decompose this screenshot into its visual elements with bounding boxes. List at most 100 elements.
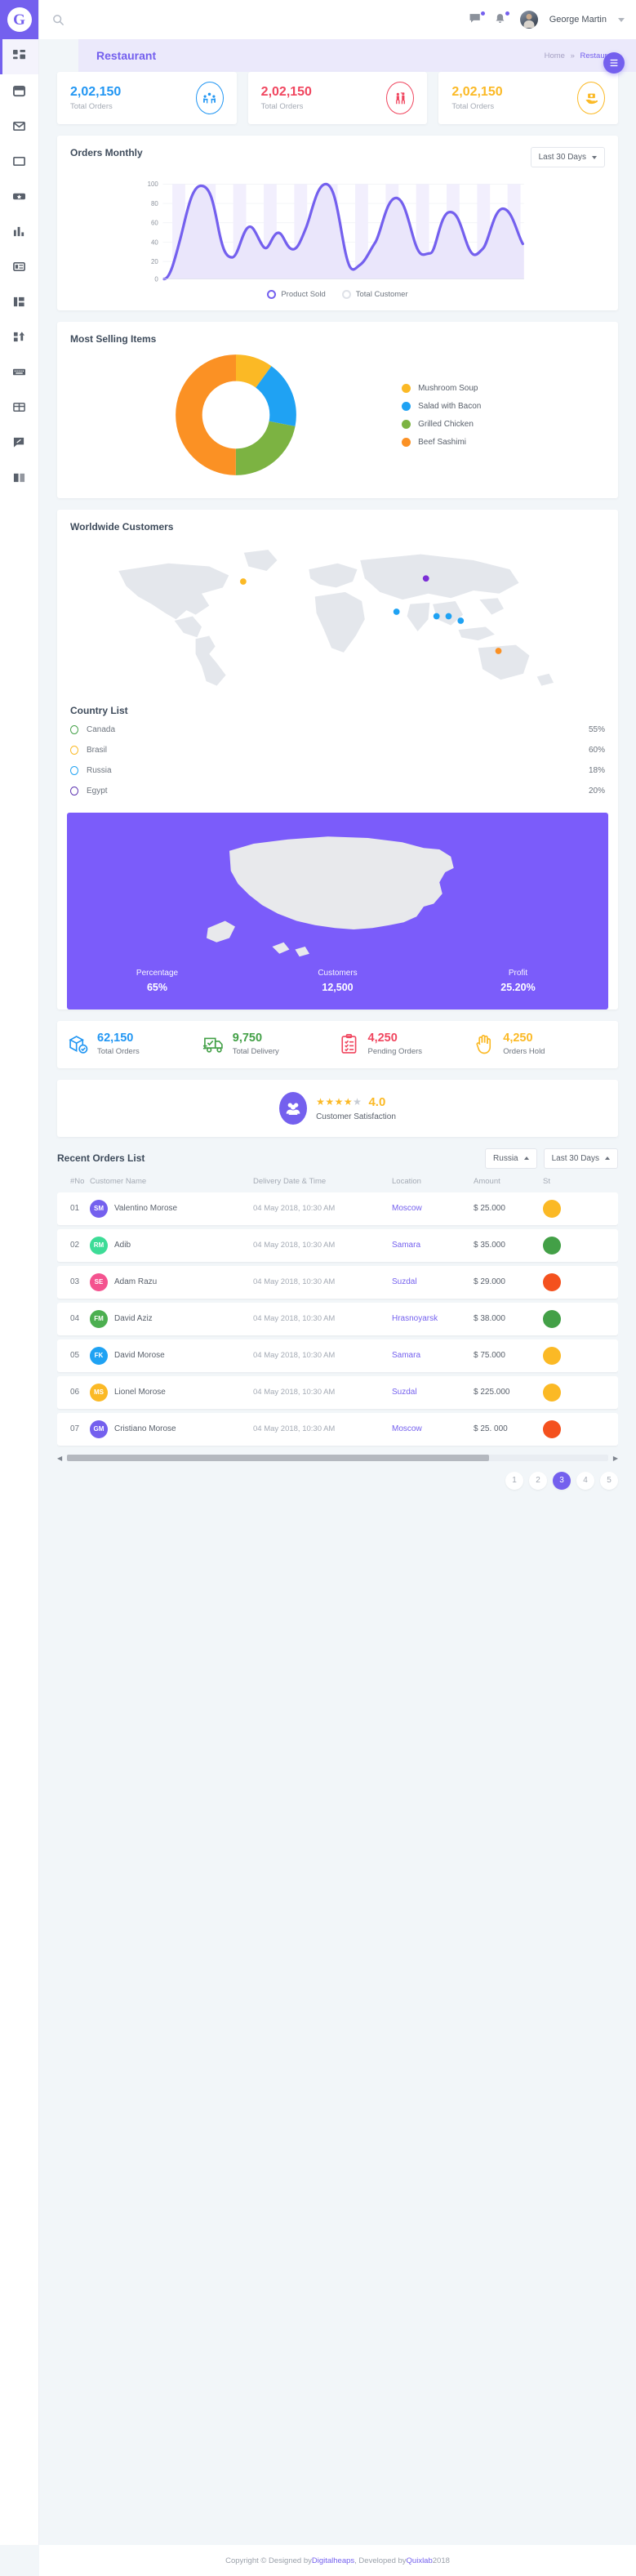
sidebar-item-tables[interactable]	[0, 390, 38, 426]
row-location[interactable]: Suzdal	[392, 1277, 474, 1286]
horizontal-scrollbar[interactable]: ◀ ▶	[57, 1455, 618, 1462]
row-location[interactable]: Moscow	[392, 1204, 474, 1213]
dashboard-grid-icon	[13, 49, 25, 65]
sidebar-item-keyboard[interactable]	[0, 355, 38, 390]
scroll-left-arrow-icon[interactable]: ◀	[57, 1455, 62, 1462]
footer-link-digitalheaps[interactable]: Digitalheaps	[312, 2556, 354, 2565]
page-button[interactable]: 2	[529, 1471, 547, 1490]
table-header-row: #No Customer Name Delivery Date & Time L…	[57, 1177, 618, 1192]
row-location[interactable]: Suzdal	[392, 1388, 474, 1397]
world-map[interactable]	[70, 541, 605, 692]
row-location[interactable]: Samara	[392, 1241, 474, 1250]
legend-item[interactable]: Salad with Bacon	[402, 401, 605, 411]
sidebar-item-widgets[interactable]	[0, 250, 38, 285]
legend-label: Grilled Chicken	[418, 419, 474, 429]
usa-stat-value: 12,500	[322, 982, 354, 993]
row-name: Valentino Morose	[114, 1204, 178, 1214]
row-customer: GM Cristiano Morose	[90, 1419, 253, 1438]
legend-item[interactable]: Mushroom Soup	[402, 383, 605, 393]
row-name: Adam Razu	[114, 1277, 158, 1287]
row-amount: $ 75.000	[474, 1351, 505, 1361]
sidebar-item-editor[interactable]	[0, 426, 38, 461]
row-name: Lionel Morose	[114, 1388, 166, 1397]
sidebar-item-dashboard[interactable]	[0, 39, 38, 74]
legend-item[interactable]: Grilled Chicken	[402, 419, 605, 429]
chat-icon[interactable]	[469, 11, 485, 26]
orders-monthly-chart: 100 80 60 40 20 0	[57, 167, 618, 287]
bell-icon[interactable]	[494, 11, 509, 26]
sidebar-item-mail[interactable]	[0, 109, 38, 145]
avatar: FM	[90, 1309, 108, 1328]
table-row[interactable]: 01 SM Valentino Morose 04 May 2018, 10:3…	[57, 1192, 618, 1225]
period-filter-dropdown[interactable]: Last 30 Days	[543, 1148, 618, 1169]
sidebar-item-documentation[interactable]	[0, 461, 38, 496]
status-badge	[543, 1309, 561, 1328]
row-date: 04 May 2018, 10:30 AM	[253, 1351, 336, 1361]
row-location[interactable]: Hrasnoyarsk	[392, 1314, 474, 1323]
footer-link-quixlab[interactable]: Quixlab	[407, 2556, 433, 2565]
country-percent: 55%	[588, 725, 605, 734]
country-row[interactable]: Russia 18%	[70, 760, 605, 781]
svg-text:80: 80	[151, 200, 158, 207]
recent-orders-title: Recent Orders List	[57, 1152, 145, 1165]
table-row[interactable]: 05 FK David Morose 04 May 2018, 10:30 AM…	[57, 1339, 618, 1372]
brand-logo-container[interactable]: G	[0, 0, 38, 39]
avatar[interactable]	[519, 11, 538, 29]
chevron-down-icon[interactable]	[618, 17, 625, 22]
row-amount: $ 25.000	[474, 1204, 505, 1214]
search-input[interactable]	[71, 15, 234, 25]
usa-map[interactable]	[67, 821, 608, 964]
sidebar-item-forms[interactable]	[0, 320, 38, 355]
book-icon	[13, 471, 25, 486]
page-button-active[interactable]: 3	[553, 1471, 571, 1490]
page-button[interactable]: 5	[600, 1471, 618, 1490]
table-row[interactable]: 03 SE Adam Razu 04 May 2018, 10:30 AM Su…	[57, 1265, 618, 1299]
country-marker-icon	[70, 787, 78, 796]
table-row[interactable]: 02 RM Adib 04 May 2018, 10:30 AM Samara …	[57, 1228, 618, 1262]
scrollbar-track[interactable]	[67, 1455, 608, 1462]
metrics-row: 62,150 Total Orders 9,750 Total Delivery	[57, 1021, 618, 1068]
row-customer: FK David Morose	[90, 1346, 253, 1365]
legend-dot-icon	[402, 383, 411, 393]
sidebar-item-ui-elements[interactable]	[0, 145, 38, 180]
page-button[interactable]: 4	[576, 1471, 594, 1490]
orders-monthly-period-dropdown[interactable]: Last 30 Days	[530, 147, 605, 167]
row-date: 04 May 2018, 10:30 AM	[253, 1424, 336, 1434]
sidebar-item-layouts[interactable]	[0, 285, 38, 320]
chevron-up-icon	[605, 1157, 610, 1161]
scroll-right-arrow-icon[interactable]: ▶	[613, 1455, 618, 1462]
legend-item[interactable]: Product Sold	[267, 290, 326, 299]
settings-fab-button[interactable]	[603, 52, 625, 74]
row-customer: SM Valentino Morose	[90, 1199, 253, 1218]
svg-text:60: 60	[151, 220, 158, 227]
row-customer: MS Lionel Morose	[90, 1383, 253, 1402]
row-location[interactable]: Moscow	[392, 1424, 474, 1433]
legend-item[interactable]: Beef Sashimi	[402, 437, 605, 447]
orders-monthly-title: Orders Monthly	[70, 147, 143, 158]
sidebar-item-cards[interactable]	[0, 180, 38, 215]
country-percent: 20%	[588, 787, 605, 796]
country-row[interactable]: Canada 55%	[70, 720, 605, 740]
avatar: FK	[90, 1346, 108, 1365]
search-container[interactable]	[52, 14, 469, 26]
scrollbar-thumb[interactable]	[67, 1455, 490, 1462]
legend-item[interactable]: Total Customer	[341, 290, 408, 299]
breadcrumb-home[interactable]: Home	[545, 51, 565, 60]
table-row[interactable]: 04 FM David Aziz 04 May 2018, 10:30 AM H…	[57, 1302, 618, 1335]
table-row[interactable]: 06 MS Lionel Morose 04 May 2018, 10:30 A…	[57, 1375, 618, 1409]
country-row[interactable]: Brasil 60%	[70, 740, 605, 760]
sidebar-item-charts[interactable]	[0, 215, 38, 250]
waiter-icon	[386, 82, 415, 114]
legend-marker-icon	[267, 290, 277, 299]
country-row[interactable]: Egypt 20%	[70, 781, 605, 801]
avatar: SM	[90, 1199, 108, 1218]
country-filter-dropdown[interactable]: Russia	[485, 1148, 537, 1169]
search-icon[interactable]	[52, 14, 64, 26]
sidebar-item-apps[interactable]	[0, 74, 38, 109]
page-button[interactable]: 1	[505, 1471, 523, 1490]
worldwide-title: Worldwide Customers	[70, 521, 174, 533]
edit-pencil-icon	[13, 436, 25, 451]
row-location[interactable]: Samara	[392, 1351, 474, 1360]
table-row[interactable]: 07 GM Cristiano Morose 04 May 2018, 10:3…	[57, 1412, 618, 1446]
avatar: SE	[90, 1272, 108, 1291]
